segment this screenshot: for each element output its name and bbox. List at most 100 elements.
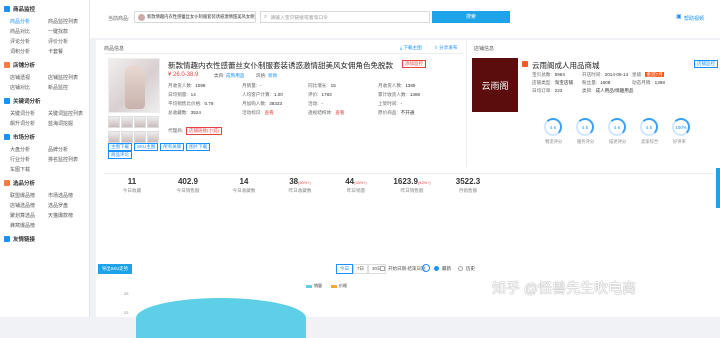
sidebar-item[interactable]: 一键找款 — [48, 28, 86, 35]
sidebar-item[interactable]: 商品监控列表 — [48, 18, 86, 25]
product-thumbnail[interactable] — [108, 131, 120, 143]
sidebar-item[interactable]: 联盟爆品榜 — [10, 192, 48, 199]
product-thumbnail[interactable] — [134, 116, 146, 128]
product-field: 原价商品: 不开通 — [378, 110, 415, 115]
sidebar-item[interactable]: 飙升词分析 — [10, 120, 48, 127]
sidebar-item[interactable]: 评论分析 — [10, 38, 48, 45]
chart-panel: 导出SKU走势 今日 7日 30日 开始日期-结束日期 最新 历史 销量 价格 25… — [96, 258, 720, 338]
sidebar-section-4[interactable]: 选品分析 — [0, 177, 90, 189]
divider — [104, 53, 464, 54]
product-thumbnail[interactable] — [134, 131, 146, 143]
sidebar-item[interactable]: 天猫爆款榜 — [48, 212, 86, 219]
vertical-divider — [466, 40, 467, 167]
sidebar-item[interactable]: 市场选品榜 — [48, 192, 86, 199]
range-button[interactable]: 7日 — [353, 264, 369, 274]
product-field: 上架时间: - — [378, 101, 403, 106]
sidebar-section-5[interactable]: 友情链接 — [0, 233, 90, 245]
monitor-product-button[interactable]: 添加监控 — [402, 60, 426, 68]
sidebar-item[interactable]: 蓝海词挖掘 — [48, 120, 86, 127]
product-field: 月收货人数: 1385 — [378, 83, 416, 88]
sidebar-item[interactable]: 店铺透视 — [10, 74, 48, 81]
sidebar-row: 行业分析 排名监控列表 — [0, 154, 86, 164]
latest-radio[interactable] — [434, 266, 439, 271]
search-button[interactable]: 搜索 — [432, 11, 510, 23]
product-field: 人均客户计算: 1.00 — [242, 92, 283, 97]
category-label: 类目: — [214, 73, 225, 78]
sidebar-item[interactable]: 车图下载 — [10, 166, 48, 173]
sidebar-item[interactable]: 店铺选品榜 — [10, 202, 48, 209]
sidebar-item[interactable]: 排名监控列表 — [48, 156, 86, 163]
shop-field: 日均订单: 223 — [532, 88, 563, 93]
product-tag[interactable]: 主图下载 — [108, 143, 132, 151]
custom-range-checkbox[interactable] — [380, 266, 385, 271]
range-button[interactable]: 今日 — [336, 264, 353, 274]
sidebar-item[interactable]: 大盘分析 — [10, 146, 48, 153]
export-sku-button[interactable]: 导出SKU走势 — [98, 264, 133, 274]
sidebar-item[interactable]: 店铺对比 — [10, 84, 48, 91]
download-main-image-link[interactable]: ⤓ 下载主图 — [400, 45, 422, 51]
stat-value: 402.9 — [177, 177, 199, 186]
sidebar-section-0[interactable]: 商品监控 — [0, 3, 90, 15]
recorder-value[interactable]: 店铺链接(小说) — [186, 127, 222, 135]
category-value[interactable]: 成熟用品 — [226, 73, 244, 79]
sidebar-section-2[interactable]: 关键词分析 — [0, 95, 90, 107]
sidebar-item[interactable]: 行业分析 — [10, 156, 48, 163]
stat-label: 昨日销量 — [346, 188, 366, 193]
shop-field: 动态月销: 1368 — [632, 80, 665, 85]
product-field-value: 1.00 — [273, 92, 283, 97]
sidebar-item[interactable]: 店铺监控列表 — [48, 74, 86, 81]
sidebar-item[interactable]: 聚划算选品 — [10, 212, 48, 219]
legend-sales-label: 销量 — [314, 283, 322, 288]
product-field-value: 3524 — [190, 110, 201, 115]
sidebar-item[interactable]: 选品罗盘 — [48, 202, 86, 209]
shop-section-title: 店铺信息 — [474, 46, 495, 52]
shop-field-value: 2014-05-14 — [604, 72, 629, 77]
sidebar-item[interactable]: 商品对比 — [10, 28, 48, 35]
current-product-select[interactable]: 新款情趣内衣性感蕾丝女仆制服套装诱惑激情甜美风女佣角色扮 — [134, 11, 256, 23]
product-thumbnail[interactable] — [121, 131, 133, 143]
current-product-label: 当前商品: — [108, 16, 130, 22]
section-title: 友情链接 — [13, 237, 36, 243]
sidebar-item[interactable]: 词积分析 — [10, 48, 48, 55]
product-field-value: 1385 — [405, 83, 416, 88]
sidebar-item[interactable]: 蜂窝爆品榜 — [10, 222, 48, 229]
rating-label: 服务评分 — [577, 139, 595, 144]
product-thumbnail[interactable] — [121, 116, 133, 128]
section-title: 商品监控 — [13, 7, 36, 13]
product-thumbnail[interactable] — [147, 131, 159, 143]
share-link[interactable]: ⇪ 分享发布 — [434, 45, 458, 51]
sidebar-row: 商品分析 商品监控列表 — [0, 16, 86, 26]
custom-range-label: 开始日期-结束日期 — [388, 266, 426, 271]
grid-view-icon[interactable] — [422, 264, 430, 272]
sidebar-row: 车图下载 — [0, 164, 86, 174]
product-tag[interactable]: 所有关联 — [160, 143, 185, 151]
product-field: 累计收货人数: 1386 — [378, 92, 421, 97]
section-title: 关键词分析 — [13, 99, 41, 105]
right-float-bar[interactable] — [716, 168, 720, 208]
product-tag[interactable]: SKU主图 — [134, 143, 159, 151]
sidebar-item[interactable]: 关键词监控列表 — [48, 110, 86, 117]
sidebar-item[interactable]: 评价分析 — [48, 38, 86, 45]
legend-price-label: 价格 — [339, 283, 347, 288]
sidebar-row: 聚划算选品 天猫爆款榜 — [0, 210, 86, 220]
sidebar-item[interactable]: 关键词分析 — [10, 110, 48, 117]
sidebar-item[interactable]: 卡套餐 — [48, 48, 86, 55]
sidebar-item[interactable]: 品牌分析 — [48, 146, 86, 153]
stat-item: 1623.9(42%↑) 昨日销售额 — [380, 177, 444, 194]
sidebar-section-1[interactable]: 店铺分析 — [0, 59, 90, 71]
sidebar-section-3[interactable]: 市场分析 — [0, 131, 90, 143]
current-product-value: 新款情趣内衣性感蕾丝女仆制服套装诱惑激情甜美风女佣角色扮 — [147, 14, 255, 19]
section-icon — [4, 98, 10, 104]
product-thumbnail[interactable] — [108, 116, 120, 128]
help-video-link[interactable]: 帮助视频 — [684, 15, 704, 22]
sidebar-item[interactable]: 新品监控 — [48, 84, 86, 91]
stat-label: 昨日销售额 — [400, 188, 424, 193]
history-radio[interactable] — [458, 266, 463, 271]
monitor-shop-button[interactable]: 店铺监控 — [694, 60, 718, 68]
product-field: 日均销量: 14 — [168, 92, 196, 97]
product-thumbnail[interactable] — [147, 116, 159, 128]
product-tag[interactable]: 商品评论 — [108, 151, 132, 159]
sidebar-item[interactable]: 商品分析 — [10, 18, 48, 25]
search-input[interactable]: ⌕ 请输入宝贝链接或者淘口令 — [260, 11, 430, 23]
product-tag[interactable]: 图片下载 — [186, 143, 211, 151]
